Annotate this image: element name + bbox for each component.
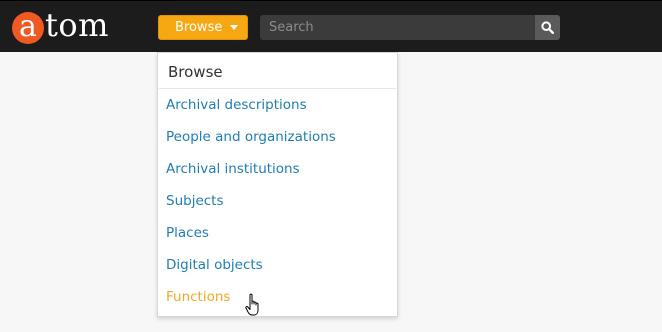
search-box [260, 15, 560, 40]
dropdown-divider [159, 88, 396, 89]
atom-logo[interactable]: a tom [12, 5, 109, 47]
search-icon [541, 21, 554, 34]
menu-item-places[interactable]: Places [166, 225, 209, 241]
menu-item-subjects[interactable]: Subjects [166, 193, 224, 209]
browse-dropdown-menu: Browse Archival descriptions People and … [157, 52, 398, 317]
top-navbar: a tom Browse [0, 0, 662, 52]
menu-item-archival-descriptions[interactable]: Archival descriptions [166, 97, 307, 113]
browse-button[interactable]: Browse [158, 15, 248, 40]
caret-down-icon [230, 25, 238, 30]
hand-pointer-icon [245, 293, 259, 316]
menu-item-digital-objects[interactable]: Digital objects [166, 257, 263, 273]
search-button[interactable] [535, 15, 560, 40]
browse-button-label: Browse [175, 20, 223, 35]
dropdown-title: Browse [168, 63, 223, 81]
menu-item-functions[interactable]: Functions [166, 289, 230, 305]
logo-wordmark: tom [45, 6, 109, 44]
menu-item-people-and-organizations[interactable]: People and organizations [166, 129, 336, 145]
logo-circle-letter: a [12, 12, 44, 44]
menu-item-archival-institutions[interactable]: Archival institutions [166, 161, 300, 177]
search-input[interactable] [260, 15, 534, 40]
